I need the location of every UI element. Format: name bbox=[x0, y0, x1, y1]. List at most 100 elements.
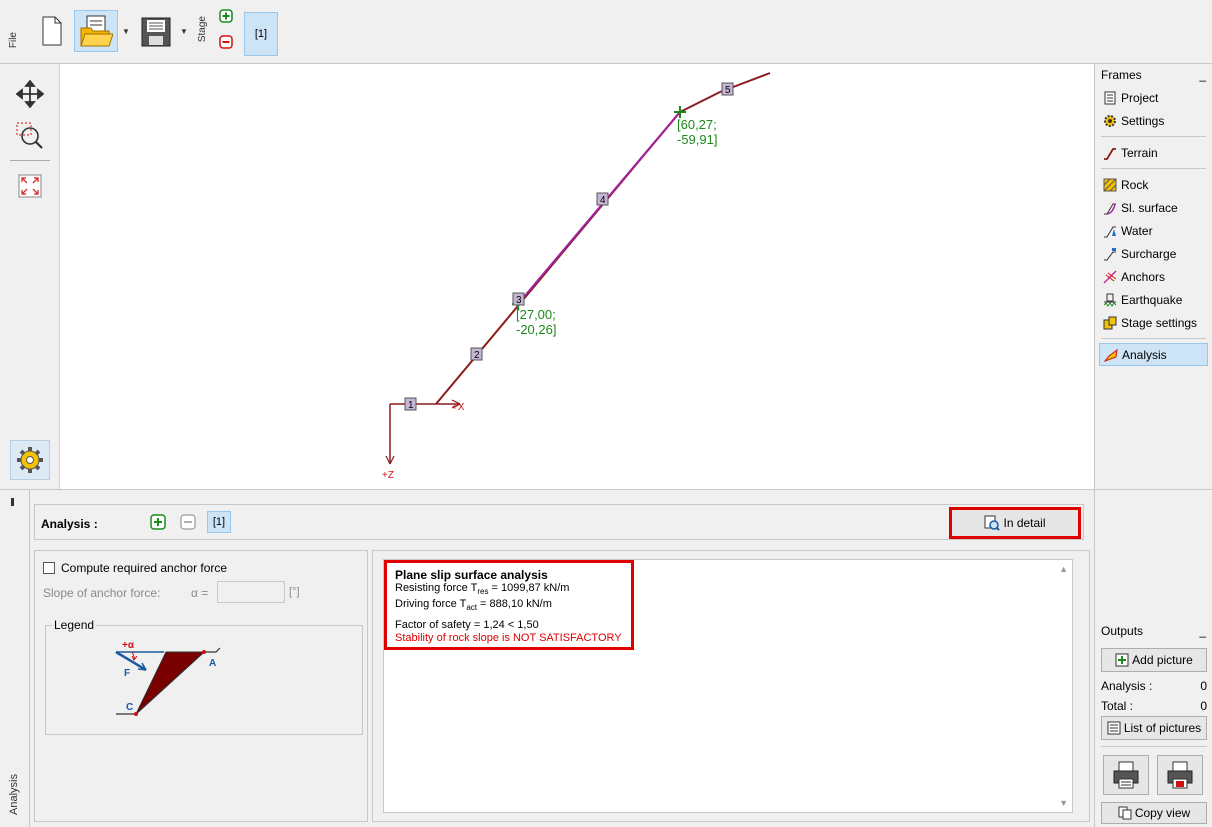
frame-terrain[interactable]: Terrain bbox=[1095, 141, 1212, 164]
analysis-header: Analysis : [1] In detail bbox=[34, 504, 1084, 540]
frame-slip-surface[interactable]: Sl. surface bbox=[1095, 196, 1212, 219]
frames-title: Frames bbox=[1101, 68, 1142, 82]
view-tools bbox=[0, 64, 60, 489]
outputs-collapse-button[interactable]: _ bbox=[1199, 624, 1206, 638]
gear-icon bbox=[17, 447, 43, 473]
add-stage-button[interactable] bbox=[218, 8, 234, 24]
new-document-icon bbox=[42, 16, 62, 46]
pan-button[interactable] bbox=[14, 78, 46, 110]
in-detail-button[interactable]: In detail bbox=[949, 507, 1081, 539]
scroll-up-arrow[interactable]: ▲ bbox=[1059, 564, 1068, 574]
analysis-icon bbox=[1103, 348, 1118, 362]
copy-view-button[interactable]: Copy view bbox=[1101, 802, 1207, 824]
zoom-window-button[interactable] bbox=[14, 120, 46, 152]
outputs-panel: Outputs _ Add picture Analysis :0 Total … bbox=[1094, 489, 1212, 827]
rock-icon bbox=[1103, 178, 1117, 192]
minus-icon bbox=[180, 514, 196, 530]
results-textbox[interactable]: Plane slip surface analysis Resisting fo… bbox=[383, 559, 1073, 813]
alpha-unit: [°] bbox=[289, 586, 300, 598]
pin-icon[interactable] bbox=[11, 498, 14, 506]
add-picture-button[interactable]: Add picture bbox=[1101, 648, 1207, 672]
water-icon bbox=[1103, 224, 1117, 238]
legend-title: Legend bbox=[52, 618, 97, 632]
stage-1-button[interactable]: [1] bbox=[244, 12, 278, 56]
gear-icon bbox=[1103, 114, 1117, 128]
analysis-side-tab[interactable]: Analysis bbox=[0, 489, 30, 827]
analysis-count-row: Analysis :0 bbox=[1101, 679, 1207, 693]
frame-earthquake[interactable]: Earthquake bbox=[1095, 288, 1212, 311]
analysis-panel: Analysis : [1] In detail Compute require… bbox=[30, 489, 1094, 827]
print-preview-button[interactable] bbox=[1157, 755, 1203, 795]
axis-z-label: +Z bbox=[382, 470, 394, 481]
frame-surcharge[interactable]: Surcharge bbox=[1095, 242, 1212, 265]
compute-anchor-row[interactable]: Compute required anchor force bbox=[43, 561, 227, 575]
compute-anchor-checkbox[interactable] bbox=[43, 562, 55, 574]
open-file-button[interactable] bbox=[74, 10, 118, 52]
frame-stage-settings[interactable]: Stage settings bbox=[1095, 311, 1212, 334]
detail-magnifier-icon bbox=[984, 515, 1001, 531]
remove-analysis-button[interactable] bbox=[180, 514, 196, 533]
svg-text:1: 1 bbox=[408, 400, 414, 411]
slip-surface-icon bbox=[1103, 201, 1117, 215]
remove-stage-button[interactable] bbox=[218, 34, 234, 50]
add-analysis-button[interactable] bbox=[150, 514, 166, 533]
frame-settings[interactable]: Settings bbox=[1095, 109, 1212, 132]
results-summary: Plane slip surface analysis Resisting fo… bbox=[384, 560, 634, 650]
outputs-title: Outputs bbox=[1101, 624, 1144, 638]
legend-alpha: +α bbox=[122, 640, 135, 651]
legend-diagram: +α F A C bbox=[115, 640, 221, 716]
outputs-header: Outputs _ bbox=[1095, 620, 1212, 642]
save-dropdown-arrow[interactable]: ▼ bbox=[180, 27, 188, 36]
marker-1[interactable]: 1 bbox=[404, 397, 417, 411]
frame-project[interactable]: Project bbox=[1095, 86, 1212, 109]
point-upper-label: [60,27; -59,91] bbox=[677, 117, 718, 147]
analysis-1-button[interactable]: [1] bbox=[207, 511, 231, 533]
alpha-label: α = bbox=[191, 586, 209, 600]
view-settings-button[interactable] bbox=[10, 440, 50, 480]
frame-water[interactable]: Water bbox=[1095, 219, 1212, 242]
marker-4[interactable]: 4 bbox=[596, 192, 609, 206]
save-file-button[interactable] bbox=[136, 12, 176, 52]
alpha-input[interactable] bbox=[217, 581, 285, 603]
slope-drawing[interactable]: +X +Z 1 2 3 4 5 bbox=[60, 64, 1094, 489]
file-label: File bbox=[8, 32, 19, 49]
resisting-force-row: Resisting force Tres = 1099,87 kN/m bbox=[395, 582, 570, 597]
zoom-extents-icon bbox=[18, 174, 42, 198]
stage-settings-icon bbox=[1103, 316, 1117, 330]
analysis-side-label: Analysis bbox=[8, 774, 20, 815]
print-button[interactable] bbox=[1103, 755, 1149, 795]
outputs-divider bbox=[1101, 746, 1207, 747]
frames-collapse-button[interactable]: _ bbox=[1199, 68, 1206, 82]
legend-point-a: A bbox=[209, 658, 216, 669]
open-dropdown-arrow[interactable]: ▼ bbox=[122, 27, 130, 36]
marker-2[interactable]: 2 bbox=[470, 347, 483, 361]
new-file-button[interactable] bbox=[38, 12, 66, 50]
document-icon bbox=[1103, 91, 1117, 105]
frame-rock[interactable]: Rock bbox=[1095, 173, 1212, 196]
svg-text:3: 3 bbox=[516, 295, 522, 306]
marker-3[interactable]: 3 bbox=[512, 292, 525, 306]
stage-label: Stage bbox=[197, 16, 208, 43]
driving-force-row: Driving force Tact = 888,10 kN/m bbox=[395, 598, 552, 613]
frames-divider bbox=[1101, 136, 1206, 137]
terrain-icon bbox=[1103, 146, 1117, 160]
list-of-pictures-button[interactable]: List of pictures bbox=[1101, 716, 1207, 740]
analysis-title: Analysis : bbox=[41, 517, 98, 531]
marker-5[interactable]: 5 bbox=[721, 82, 734, 96]
slope-anchor-label: Slope of anchor force: bbox=[43, 586, 161, 600]
frames-divider bbox=[1101, 338, 1206, 339]
list-icon bbox=[1107, 721, 1121, 735]
svg-text:2: 2 bbox=[474, 350, 480, 361]
frame-analysis[interactable]: Analysis bbox=[1099, 343, 1208, 366]
drawing-canvas[interactable]: +X +Z 1 2 3 4 5 [60,27; -59,91] [27,00; … bbox=[60, 64, 1094, 489]
zoom-extents-button[interactable] bbox=[14, 170, 46, 202]
frame-anchors[interactable]: Anchors bbox=[1095, 265, 1212, 288]
scroll-down-arrow[interactable]: ▼ bbox=[1059, 798, 1068, 808]
floppy-disk-icon bbox=[141, 17, 171, 47]
plus-icon bbox=[219, 9, 233, 23]
add-picture-icon bbox=[1115, 653, 1129, 667]
frames-panel: Frames _ Project Settings Terrain Rock S… bbox=[1094, 64, 1212, 489]
surcharge-icon bbox=[1103, 247, 1117, 261]
zoom-icon bbox=[16, 122, 43, 149]
move-arrows-icon bbox=[16, 80, 44, 108]
